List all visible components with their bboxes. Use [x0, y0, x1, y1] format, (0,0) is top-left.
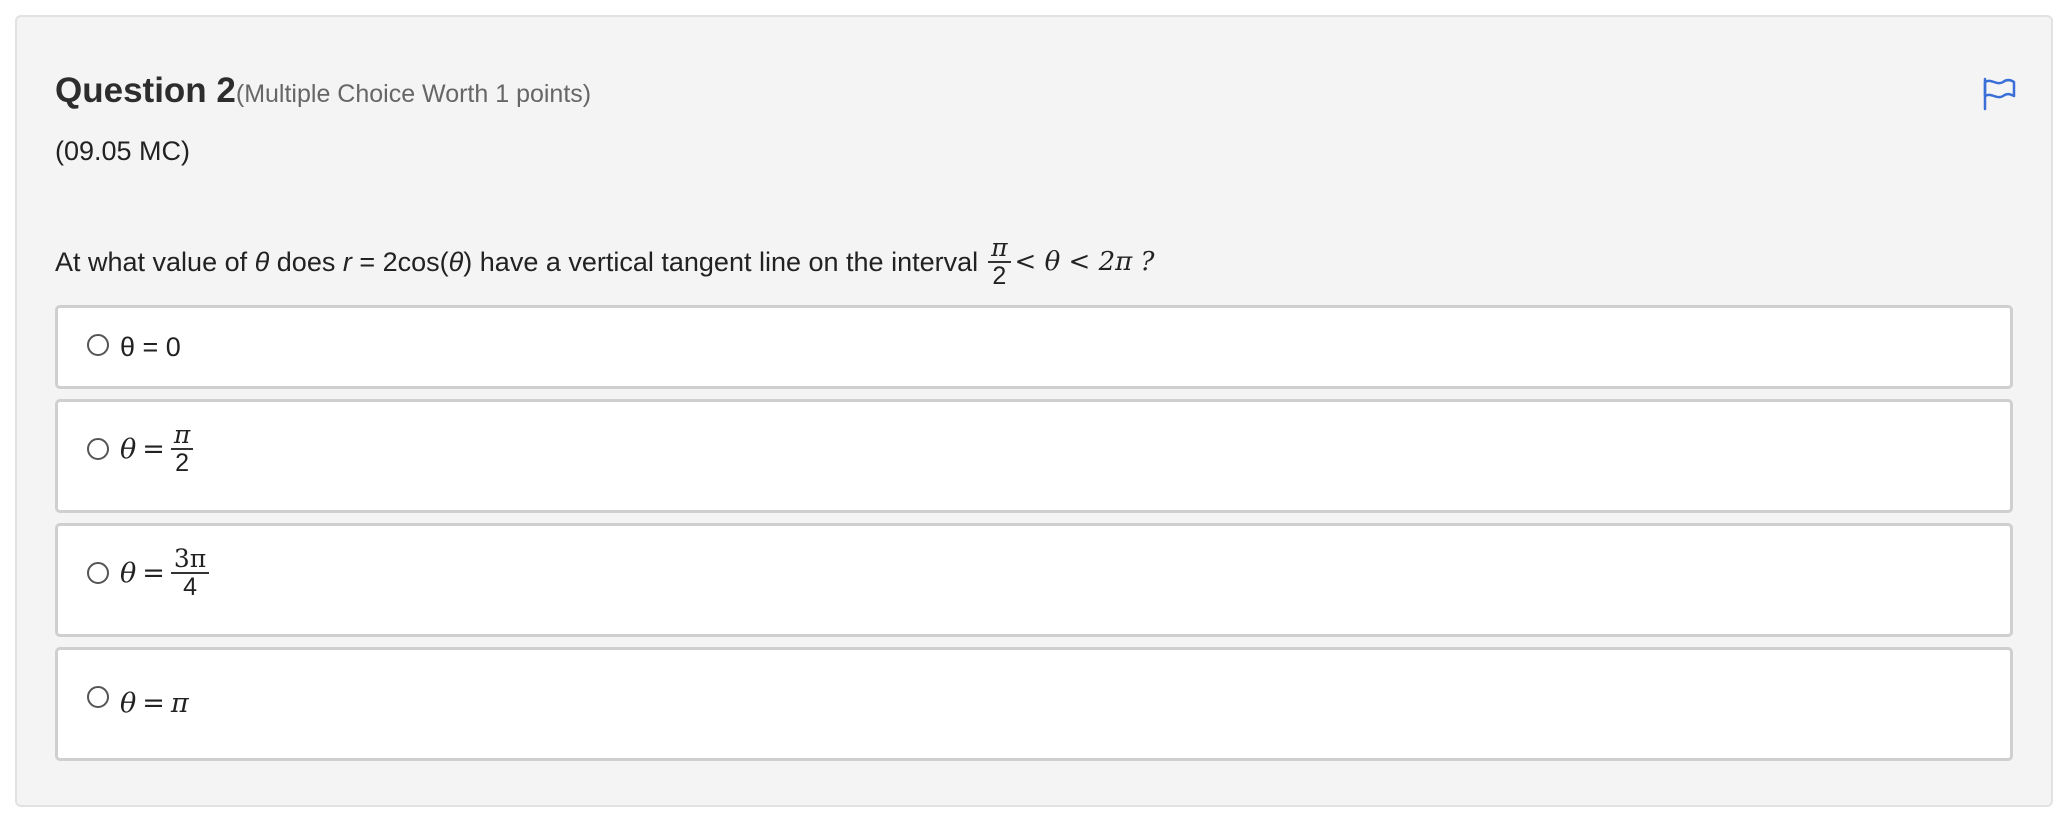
question-text: At what value of θ does r = 2cos(θ) have…: [55, 227, 1154, 297]
interval-fraction: π 2: [988, 234, 1011, 290]
answer-option-1[interactable]: θ = 0: [55, 305, 2013, 389]
flag-icon[interactable]: [1980, 75, 2018, 113]
theta-symbol: θ: [120, 688, 137, 719]
pi-value: π: [170, 688, 189, 719]
answer-option-3[interactable]: θ = 3π 4: [55, 523, 2013, 637]
radio-button[interactable]: [87, 562, 109, 584]
equals-sign: =: [142, 433, 165, 465]
equals-sign: =: [142, 557, 165, 589]
question-meta: (Multiple Choice Worth 1 points): [235, 80, 592, 108]
question-text-prefix: At what value of: [55, 246, 255, 277]
question-text-middle-3: ) have a vertical tangent line on the in…: [463, 246, 979, 277]
answer-option-2[interactable]: θ = π 2: [55, 399, 2013, 513]
theta-symbol: θ: [254, 246, 270, 277]
option-label: θ = π: [120, 688, 189, 719]
option-fraction: 3π 4: [170, 545, 210, 602]
fraction-denominator: 2: [175, 449, 190, 478]
interval-denominator: 2: [992, 262, 1007, 290]
interval-expression: π 2 < θ < 2π ?: [988, 234, 1155, 290]
radio-button[interactable]: [87, 438, 109, 460]
fraction-denominator: 4: [183, 573, 198, 602]
option-label: θ = π 2: [120, 421, 194, 478]
radio-button[interactable]: [87, 686, 109, 708]
question-text-middle-1: does: [269, 246, 343, 277]
fraction-numerator: 3π: [170, 545, 210, 575]
question-code: (09.05 MC): [55, 136, 191, 166]
question-header: Question 2(Multiple Choice Worth 1 point…: [55, 71, 591, 111]
interval-rest: < θ < 2π ?: [1014, 247, 1155, 277]
question-title: Question 2: [55, 71, 236, 110]
option-label: θ = 3π 4: [120, 545, 210, 602]
equals-sign: =: [142, 688, 165, 719]
r-variable: r: [342, 246, 352, 277]
question-text-middle-2: = 2cos(: [351, 246, 449, 277]
theta-symbol: θ: [120, 433, 137, 465]
theta-symbol: θ: [120, 557, 137, 589]
answer-option-4[interactable]: θ = π: [55, 647, 2013, 761]
radio-button[interactable]: [87, 334, 109, 356]
option-fraction: π 2: [170, 421, 194, 478]
fraction-numerator: π: [170, 421, 194, 451]
theta-symbol-2: θ: [448, 246, 464, 277]
interval-numerator: π: [988, 234, 1011, 263]
option-label: θ = 0: [120, 332, 181, 362]
